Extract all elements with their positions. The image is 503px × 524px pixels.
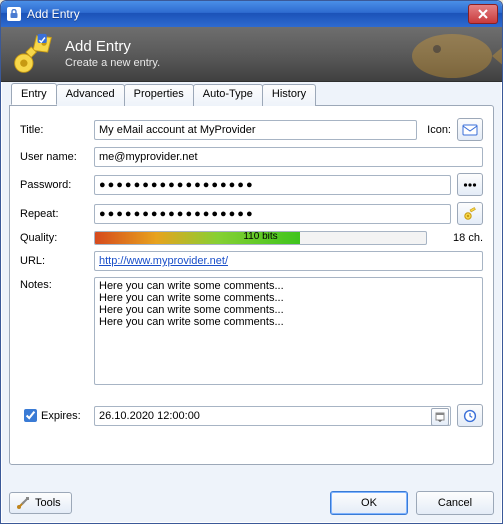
title-bar[interactable]: Add Entry	[1, 1, 502, 27]
title-input[interactable]	[94, 120, 417, 140]
tab-history[interactable]: History	[262, 84, 316, 106]
footer: Tools OK Cancel	[9, 491, 494, 515]
tab-panel: Title: Icon: User name: Password: Repe	[9, 105, 494, 465]
generate-password-button[interactable]	[457, 202, 483, 225]
expires-checkbox[interactable]	[24, 409, 37, 422]
clock-icon	[463, 409, 477, 423]
tab-advanced[interactable]: Advanced	[56, 84, 125, 106]
password-input[interactable]	[94, 175, 451, 195]
notes-input[interactable]	[94, 277, 483, 385]
reveal-password-button[interactable]	[457, 173, 483, 196]
tab-autotype[interactable]: Auto-Type	[193, 84, 263, 106]
tools-button[interactable]: Tools	[9, 492, 72, 514]
header-subtitle: Create a new entry.	[65, 56, 160, 70]
expires-input[interactable]	[94, 406, 451, 426]
label-icon: Icon:	[427, 124, 451, 136]
key-icon	[11, 32, 55, 76]
tab-properties[interactable]: Properties	[124, 84, 194, 106]
repeat-input[interactable]	[94, 204, 451, 224]
cancel-button[interactable]: Cancel	[416, 491, 494, 515]
dots-icon	[463, 181, 477, 189]
close-button[interactable]	[468, 4, 498, 24]
label-notes: Notes:	[20, 277, 94, 291]
username-input[interactable]	[94, 147, 483, 167]
label-quality: Quality:	[20, 232, 94, 244]
label-expires: Expires:	[41, 410, 81, 422]
tab-strip: Entry Advanced Properties Auto-Type Hist…	[11, 83, 494, 105]
background-decoration-icon	[382, 27, 502, 82]
label-password: Password:	[20, 179, 94, 191]
close-icon	[477, 9, 489, 19]
header-title: Add Entry	[65, 38, 160, 56]
label-repeat: Repeat:	[20, 208, 94, 220]
header-band: Add Entry Create a new entry.	[1, 27, 502, 82]
label-title: Title:	[20, 124, 94, 136]
window-title: Add Entry	[27, 7, 468, 21]
key-gen-icon	[463, 207, 477, 221]
ok-button[interactable]: OK	[330, 491, 408, 515]
expires-calendar-button[interactable]	[431, 408, 449, 426]
expires-preset-button[interactable]	[457, 404, 483, 427]
label-username: User name:	[20, 151, 94, 163]
tab-entry[interactable]: Entry	[11, 83, 57, 105]
envelope-icon	[462, 124, 478, 136]
content-area: Entry Advanced Properties Auto-Type Hist…	[9, 83, 494, 477]
quality-bar: 110 bits	[94, 231, 427, 245]
icon-picker-button[interactable]	[457, 118, 483, 141]
app-lock-icon	[7, 7, 21, 21]
char-count: 18 ch.	[437, 232, 483, 244]
dialog-window: Add Entry Add Entry Create a new entry.	[0, 0, 503, 524]
url-input[interactable]	[94, 251, 483, 271]
tools-icon	[16, 496, 30, 510]
tools-label: Tools	[35, 497, 61, 509]
quality-text: 110 bits	[95, 231, 426, 242]
label-url: URL:	[20, 255, 94, 267]
calendar-dropdown-icon	[435, 412, 445, 422]
